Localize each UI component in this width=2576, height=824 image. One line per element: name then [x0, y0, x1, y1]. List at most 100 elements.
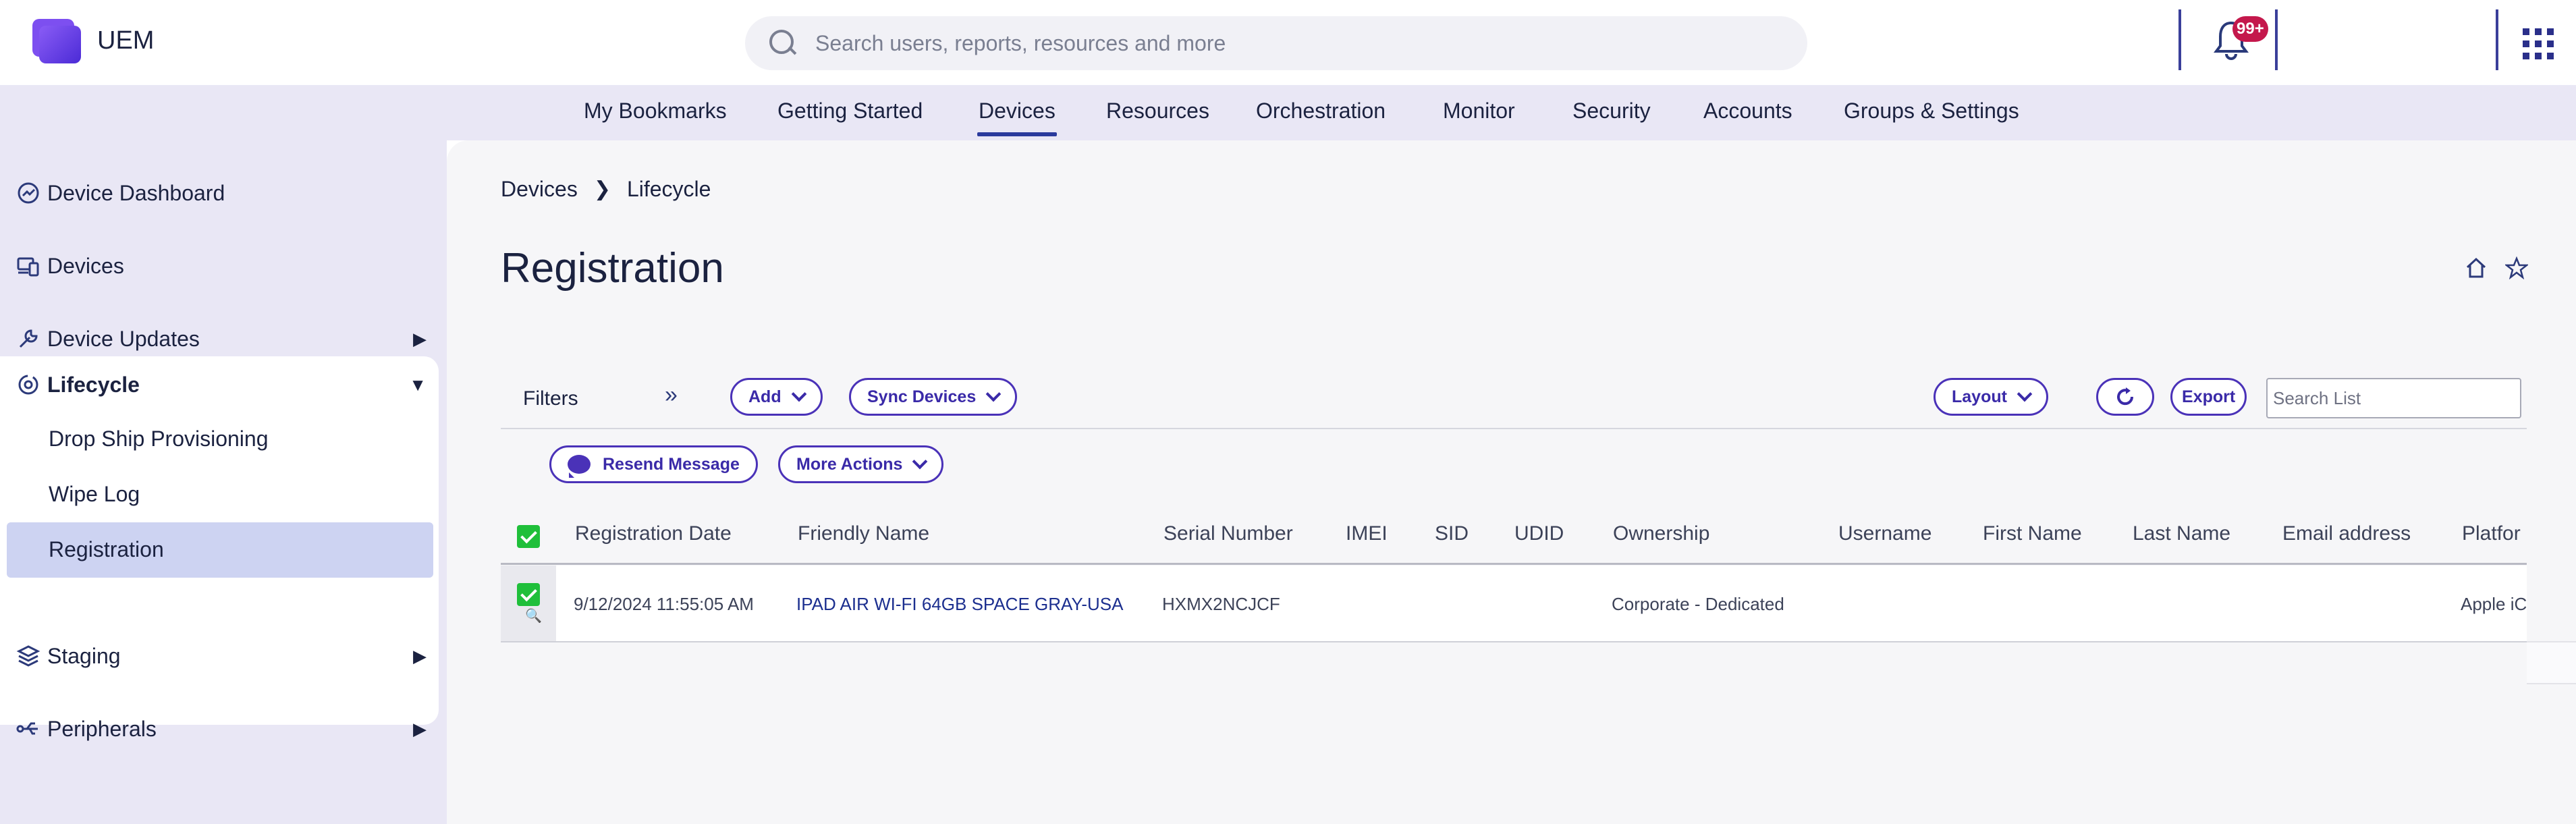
star-icon[interactable]: [2505, 256, 2528, 279]
top-header: UEM 99+: [0, 0, 2576, 85]
caret-down-icon: ▼: [409, 374, 427, 395]
header-divider: [2496, 9, 2498, 70]
chevron-down-icon: [985, 386, 1002, 402]
nav-getting-started[interactable]: Getting Started: [777, 99, 923, 123]
sync-devices-label: Sync Devices: [867, 387, 977, 406]
nav-monitor[interactable]: Monitor: [1443, 99, 1515, 123]
chevron-down-icon: [912, 454, 928, 470]
breadcrumb-lifecycle[interactable]: Lifecycle: [627, 177, 711, 202]
main-content: [447, 140, 2576, 824]
divider: [501, 428, 2527, 429]
more-actions-button[interactable]: More Actions: [778, 445, 944, 483]
column-first-name[interactable]: First Name: [1983, 522, 2082, 545]
sidebar: Device Dashboard Devices Device Updates …: [0, 140, 447, 824]
sidebar-item-label: Device Dashboard: [47, 180, 225, 205]
usb-icon: [16, 722, 38, 735]
header-divider: [2275, 9, 2278, 70]
sidebar-item-label: Device Updates: [47, 326, 200, 351]
horizontal-scroll-stub: [2527, 641, 2576, 684]
nav-orchestration[interactable]: Orchestration: [1256, 99, 1386, 123]
global-search[interactable]: [745, 16, 1807, 70]
lifecycle-icon: [18, 375, 38, 395]
divider: [501, 641, 2527, 642]
caret-right-icon: ▶: [413, 645, 427, 666]
message-icon: [568, 455, 591, 478]
resend-message-label: Resend Message: [603, 454, 740, 474]
cell-platform: Apple iC: [2461, 594, 2527, 614]
divider: [501, 563, 2527, 565]
sync-devices-button[interactable]: Sync Devices: [849, 378, 1018, 416]
devices-icon: [17, 257, 39, 277]
nav-security[interactable]: Security: [1572, 99, 1651, 123]
layout-button-label: Layout: [1952, 387, 2007, 406]
sidebar-item-devices[interactable]: Devices: [0, 239, 447, 293]
layout-button[interactable]: Layout: [1934, 378, 2048, 416]
cell-friendly-name[interactable]: IPAD AIR WI-FI 64GB SPACE GRAY-USA: [796, 594, 1124, 615]
chevron-down-icon: [2017, 386, 2033, 402]
column-email-address[interactable]: Email address: [2282, 522, 2411, 545]
magnifier-icon[interactable]: 🔍: [525, 607, 542, 624]
notification-badge: 99+: [2232, 16, 2268, 42]
caret-right-icon: ▶: [413, 328, 427, 349]
home-icon[interactable]: [2465, 256, 2488, 279]
app-name: UEM: [97, 26, 155, 55]
column-friendly-name[interactable]: Friendly Name: [798, 522, 929, 545]
sidebar-item-lifecycle[interactable]: Lifecycle ▼: [0, 358, 447, 412]
column-registration-date[interactable]: Registration Date: [575, 522, 732, 545]
uem-logo-icon: [32, 19, 81, 63]
double-chevron-right-icon[interactable]: »: [665, 382, 678, 408]
sidebar-item-label: Peripherals: [47, 716, 157, 741]
caret-right-icon: ▶: [413, 718, 427, 739]
app-launcher-icon[interactable]: [2523, 28, 2554, 59]
column-username[interactable]: Username: [1838, 522, 1931, 545]
wrench-icon: [19, 329, 38, 348]
brand[interactable]: UEM: [32, 19, 155, 63]
cell-serial-number: HXMX2NCJCF: [1162, 594, 1280, 614]
breadcrumb: Devices ❯ Lifecycle: [501, 177, 711, 202]
dashboard-icon: [18, 182, 39, 204]
column-sid[interactable]: SID: [1435, 522, 1469, 545]
nav-accounts[interactable]: Accounts: [1703, 99, 1792, 123]
sidebar-item-label: Devices: [47, 253, 124, 278]
column-serial-number[interactable]: Serial Number: [1163, 522, 1293, 545]
sidebar-subitem-wipe-log[interactable]: Wipe Log: [49, 482, 140, 507]
chevron-down-icon: [791, 386, 806, 402]
search-list-input[interactable]: [2266, 378, 2521, 418]
nav-my-bookmarks[interactable]: My Bookmarks: [584, 99, 727, 123]
row-checkbox[interactable]: [517, 583, 540, 606]
resend-message-button[interactable]: Resend Message: [549, 445, 758, 483]
more-actions-label: More Actions: [796, 454, 903, 474]
select-all-checkbox[interactable]: [517, 525, 540, 548]
column-udid[interactable]: UDID: [1514, 522, 1564, 545]
sidebar-item-device-dashboard[interactable]: Device Dashboard: [0, 166, 447, 220]
cell-ownership: Corporate - Dedicated: [1612, 594, 1784, 614]
column-ownership[interactable]: Ownership: [1613, 522, 1709, 545]
sidebar-item-staging[interactable]: Staging ▶: [0, 629, 447, 683]
sidebar-item-label: Lifecycle: [47, 372, 140, 397]
column-platform[interactable]: Platfor: [2462, 522, 2521, 545]
sidebar-item-label: Staging: [47, 643, 121, 668]
column-imei[interactable]: IMEI: [1346, 522, 1388, 545]
refresh-icon: [2117, 387, 2134, 406]
nav-groups-settings[interactable]: Groups & Settings: [1844, 99, 2019, 123]
add-button[interactable]: Add: [730, 378, 823, 416]
filters-label[interactable]: Filters: [523, 387, 578, 410]
breadcrumb-devices[interactable]: Devices: [501, 177, 578, 202]
export-button[interactable]: Export: [2170, 378, 2247, 416]
top-navigation: My Bookmarks Getting Started Devices Res…: [0, 85, 2576, 140]
add-button-label: Add: [748, 387, 782, 406]
sidebar-subitem-drop-ship[interactable]: Drop Ship Provisioning: [49, 427, 269, 451]
nav-resources[interactable]: Resources: [1106, 99, 1209, 123]
global-search-input[interactable]: [815, 30, 1760, 56]
sidebar-item-peripherals[interactable]: Peripherals ▶: [0, 702, 447, 756]
column-last-name[interactable]: Last Name: [2133, 522, 2230, 545]
search-icon: [767, 27, 799, 59]
layers-icon: [16, 645, 40, 667]
refresh-button[interactable]: [2096, 378, 2154, 416]
export-button-label: Export: [2182, 387, 2236, 406]
chevron-right-icon: ❯: [593, 178, 611, 200]
cell-registration-date: 9/12/2024 11:55:05 AM: [574, 594, 754, 614]
sidebar-subitem-registration[interactable]: Registration: [49, 537, 164, 562]
page-title: Registration: [501, 245, 724, 292]
nav-devices[interactable]: Devices: [977, 99, 1057, 136]
